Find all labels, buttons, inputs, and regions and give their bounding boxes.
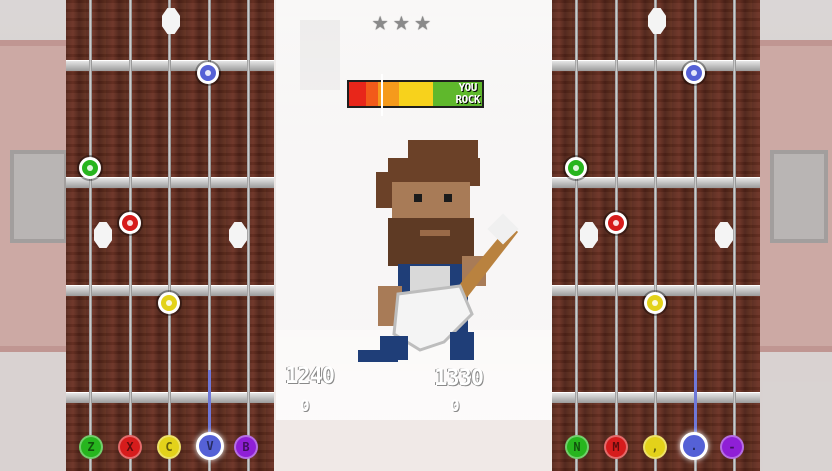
meter-segment: [349, 82, 366, 106]
fret-inlay: [648, 8, 666, 34]
meter-segment: [399, 82, 433, 106]
sustain-trail: [694, 370, 697, 432]
rock-meter-label-line2: ROCK: [455, 93, 481, 106]
string: [247, 0, 250, 471]
right-key-green[interactable]: N: [565, 435, 589, 459]
string: [89, 0, 92, 471]
shade: [760, 0, 832, 471]
string: [129, 0, 132, 471]
string: [654, 0, 657, 471]
note-green: [565, 157, 587, 179]
right-key-yellow[interactable]: ,: [643, 435, 667, 459]
string: [168, 0, 171, 471]
string: [733, 0, 736, 471]
fret-inlay: [580, 222, 598, 248]
fret-inlay: [715, 222, 733, 248]
sustain-trail: [208, 370, 211, 432]
player2-score: 1330: [434, 366, 484, 391]
note-green: [79, 157, 101, 179]
note-yellow: [644, 292, 666, 314]
rock-meter: YOU ROCK: [347, 80, 484, 108]
rock-meter-needle: [381, 74, 383, 116]
meter-segment: [365, 82, 378, 106]
note-yellow: [158, 292, 180, 314]
left-key-yellow[interactable]: C: [157, 435, 181, 459]
note-blue: [683, 62, 705, 84]
player1-score: 1240: [285, 364, 335, 389]
note-red: [605, 212, 627, 234]
right-fretboard: [552, 0, 760, 471]
rocker-character: [358, 140, 519, 362]
star-rating: ★ ★ ★: [372, 8, 431, 35]
right-key-red[interactable]: M: [604, 435, 628, 459]
note-blue: [197, 62, 219, 84]
shade: [0, 0, 66, 471]
left-key-blue[interactable]: V: [196, 432, 224, 460]
player2-combo: 0: [450, 396, 460, 415]
star-icon: ★: [372, 6, 389, 37]
right-key-blue[interactable]: .: [680, 432, 708, 460]
rock-meter-label: YOU ROCK: [456, 82, 481, 106]
string: [575, 0, 578, 471]
note-red: [119, 212, 141, 234]
left-fretboard: [66, 0, 274, 471]
player1-combo: 0: [300, 396, 310, 415]
star-icon: ★: [393, 6, 410, 37]
left-key-purple[interactable]: B: [234, 435, 258, 459]
star-icon: ★: [414, 6, 431, 37]
string: [615, 0, 618, 471]
left-key-green[interactable]: Z: [79, 435, 103, 459]
left-key-red[interactable]: X: [118, 435, 142, 459]
right-key-purple[interactable]: -: [720, 435, 744, 459]
